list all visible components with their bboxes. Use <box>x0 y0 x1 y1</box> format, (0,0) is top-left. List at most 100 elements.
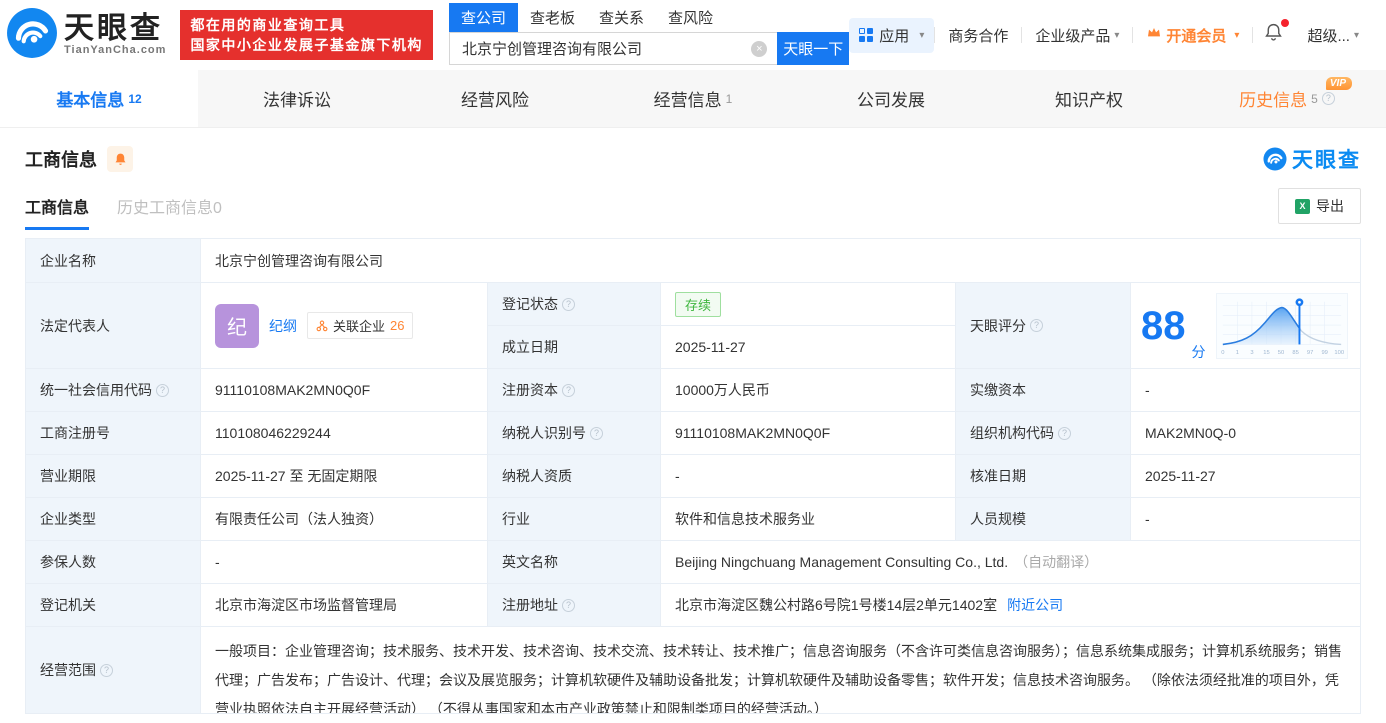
field-value-taxpayer-id: 91110108MAK2MN0Q0F <box>661 412 956 455</box>
field-value-company-type: 有限责任公司（法人独资） <box>201 498 488 541</box>
svg-text:3: 3 <box>1250 350 1253 356</box>
help-icon[interactable] <box>562 598 575 612</box>
notification-dot <box>1281 19 1290 27</box>
help-icon[interactable] <box>1321 92 1335 105</box>
tianyancha-logo[interactable]: 天眼查 TianYanCha.com <box>6 7 166 64</box>
field-label-legal-representative: 法定代表人 <box>26 283 201 369</box>
logo-title: 天眼查 <box>64 12 163 45</box>
related-companies-count: 26 <box>390 318 405 333</box>
search-box: 查公司 查老板 查关系 查风险 × 天眼一下 <box>448 3 850 65</box>
tab-business-info[interactable]: 经营信息 1 <box>594 70 792 127</box>
field-label-english-name: 英文名称 <box>488 541 661 584</box>
field-value-business-scope: 一般项目：企业管理咨询；技术服务、技术开发、技术咨询、技术交流、技术转让、技术推… <box>201 627 1360 714</box>
promo-line-1: 都在用的商业查询工具 <box>190 17 346 33</box>
help-icon[interactable] <box>1058 426 1071 440</box>
excel-icon <box>1295 198 1310 214</box>
score-value: 88 <box>1141 303 1186 348</box>
search-tab-boss[interactable]: 查老板 <box>518 3 587 32</box>
status-badge: 存续 <box>675 291 722 317</box>
field-value-company-name: 北京宁创管理咨询有限公司 <box>201 239 1360 283</box>
field-label-staff-size: 人员规模 <box>956 498 1131 541</box>
auto-translate-note: （自动翻译） <box>1014 554 1099 570</box>
field-label-business-term: 营业期限 <box>26 455 201 498</box>
related-companies-badge[interactable]: 关联企业 26 <box>307 312 414 339</box>
field-label-industry: 行业 <box>488 498 661 541</box>
tab-lawsuit[interactable]: 法律诉讼 <box>198 70 396 127</box>
chevron-down-icon: ▾ <box>1234 29 1240 41</box>
field-value-taxpayer-qualification: - <box>661 455 956 498</box>
nav-account[interactable]: 超级... ▾ <box>1294 25 1372 46</box>
tab-basic-label: 基本信息 <box>56 91 125 110</box>
nav-apps[interactable]: 应用 ▾ <box>849 17 935 53</box>
help-icon[interactable] <box>156 383 169 397</box>
help-icon[interactable] <box>100 663 113 677</box>
nav-enterprise-products[interactable]: 企业级产品 ▾ <box>1022 25 1132 46</box>
nav-account-label: 超级... <box>1307 27 1350 45</box>
field-value-registration-authority: 北京市海淀区市场监督管理局 <box>201 584 488 627</box>
logo-domain: TianYanCha.com <box>64 44 167 56</box>
clear-search-icon[interactable]: × <box>751 40 768 57</box>
tab-risk-label: 经营风险 <box>461 91 529 110</box>
field-value-organization-code: MAK2MN0Q-0 <box>1131 412 1360 455</box>
field-label-registration-authority: 登记机关 <box>26 584 201 627</box>
nearby-companies-link[interactable]: 附近公司 <box>1007 595 1063 615</box>
tab-intellectual-property[interactable]: 知识产权 <box>990 70 1188 127</box>
field-label-paid-in-capital: 实缴资本 <box>956 369 1131 412</box>
search-tab-company[interactable]: 查公司 <box>448 3 518 32</box>
tab-basic-info[interactable]: 基本信息 12 <box>0 70 198 127</box>
nav-apps-label: 应用 <box>879 27 910 45</box>
tab-history-count: 5 <box>1311 91 1318 106</box>
field-label-approval-date: 核准日期 <box>956 455 1131 498</box>
tab-history-info[interactable]: VIP 历史信息 5 <box>1188 70 1386 127</box>
tab-company-development[interactable]: 公司发展 <box>792 70 990 127</box>
subtab-history-registration[interactable]: 历史工商信息0 <box>117 194 222 230</box>
field-value-approval-date: 2025-11-27 <box>1131 455 1360 498</box>
nav-business-coop[interactable]: 商务合作 <box>935 25 1021 46</box>
svg-text:0: 0 <box>1221 350 1224 356</box>
field-label-registration-status: 登记状态 <box>488 283 661 326</box>
help-icon[interactable] <box>1030 319 1043 332</box>
tianyan-score-text: 天眼评分 <box>970 317 1026 334</box>
field-label-established-date: 成立日期 <box>488 326 661 369</box>
export-button[interactable]: 导出 <box>1278 188 1361 224</box>
watermark-swirl-icon <box>1263 147 1287 171</box>
field-value-registration-status: 存续 <box>661 283 956 326</box>
network-icon <box>316 320 328 331</box>
field-label-business-scope: 经营范围 <box>26 627 201 714</box>
search-button[interactable]: 天眼一下 <box>777 32 850 65</box>
field-label-company-type: 企业类型 <box>26 498 201 541</box>
search-tabs: 查公司 查老板 查关系 查风险 <box>448 3 849 32</box>
help-icon[interactable] <box>590 426 603 440</box>
notification-bell-icon[interactable] <box>1253 19 1294 48</box>
svg-text:99: 99 <box>1321 350 1327 356</box>
svg-text:1: 1 <box>1235 350 1238 356</box>
address-text: 北京市海淀区魏公村路6号院1号楼14层2单元1402室 <box>675 597 998 613</box>
field-value-business-term: 2025-11-27 至 无固定期限 <box>201 455 488 498</box>
tab-operating-risk[interactable]: 经营风险 <box>396 70 594 127</box>
chevron-down-icon: ▾ <box>919 29 925 41</box>
monitor-bell-icon[interactable] <box>107 146 133 172</box>
field-label-taxpayer-id: 纳税人识别号 <box>488 412 661 455</box>
legal-representative-link[interactable]: 纪纲 <box>269 316 297 336</box>
svg-text:100: 100 <box>1334 350 1344 356</box>
field-value-english-name: Beijing Ningchuang Management Consulting… <box>661 541 1360 584</box>
search-tab-relation[interactable]: 查关系 <box>587 3 656 32</box>
field-label-registered-address: 注册地址 <box>488 584 661 627</box>
tab-history-label: 历史信息 <box>1239 91 1308 110</box>
field-value-staff-size: - <box>1131 498 1360 541</box>
svg-text:15: 15 <box>1263 350 1269 356</box>
field-value-established-date: 2025-11-27 <box>661 326 956 369</box>
search-tab-risk[interactable]: 查风险 <box>656 3 725 32</box>
score-distribution-chart: 0 1 3 15 50 85 97 99 100 <box>1215 292 1348 359</box>
registration-status-text: 登记状态 <box>502 296 558 312</box>
tab-basic-count: 12 <box>128 91 142 106</box>
score-unit: 分 <box>1191 344 1206 360</box>
nav-open-vip[interactable]: 开通会员 ▾ <box>1133 25 1252 46</box>
top-header: 天眼查 TianYanCha.com 都在用的商业查询工具 国家中小企业发展子基… <box>0 0 1386 70</box>
help-icon[interactable] <box>562 383 575 397</box>
search-input[interactable] <box>449 33 778 64</box>
svg-text:97: 97 <box>1306 350 1312 356</box>
avatar[interactable]: 纪 <box>215 303 259 348</box>
help-icon[interactable] <box>562 297 575 311</box>
subtab-business-registration[interactable]: 工商信息 <box>25 194 90 230</box>
